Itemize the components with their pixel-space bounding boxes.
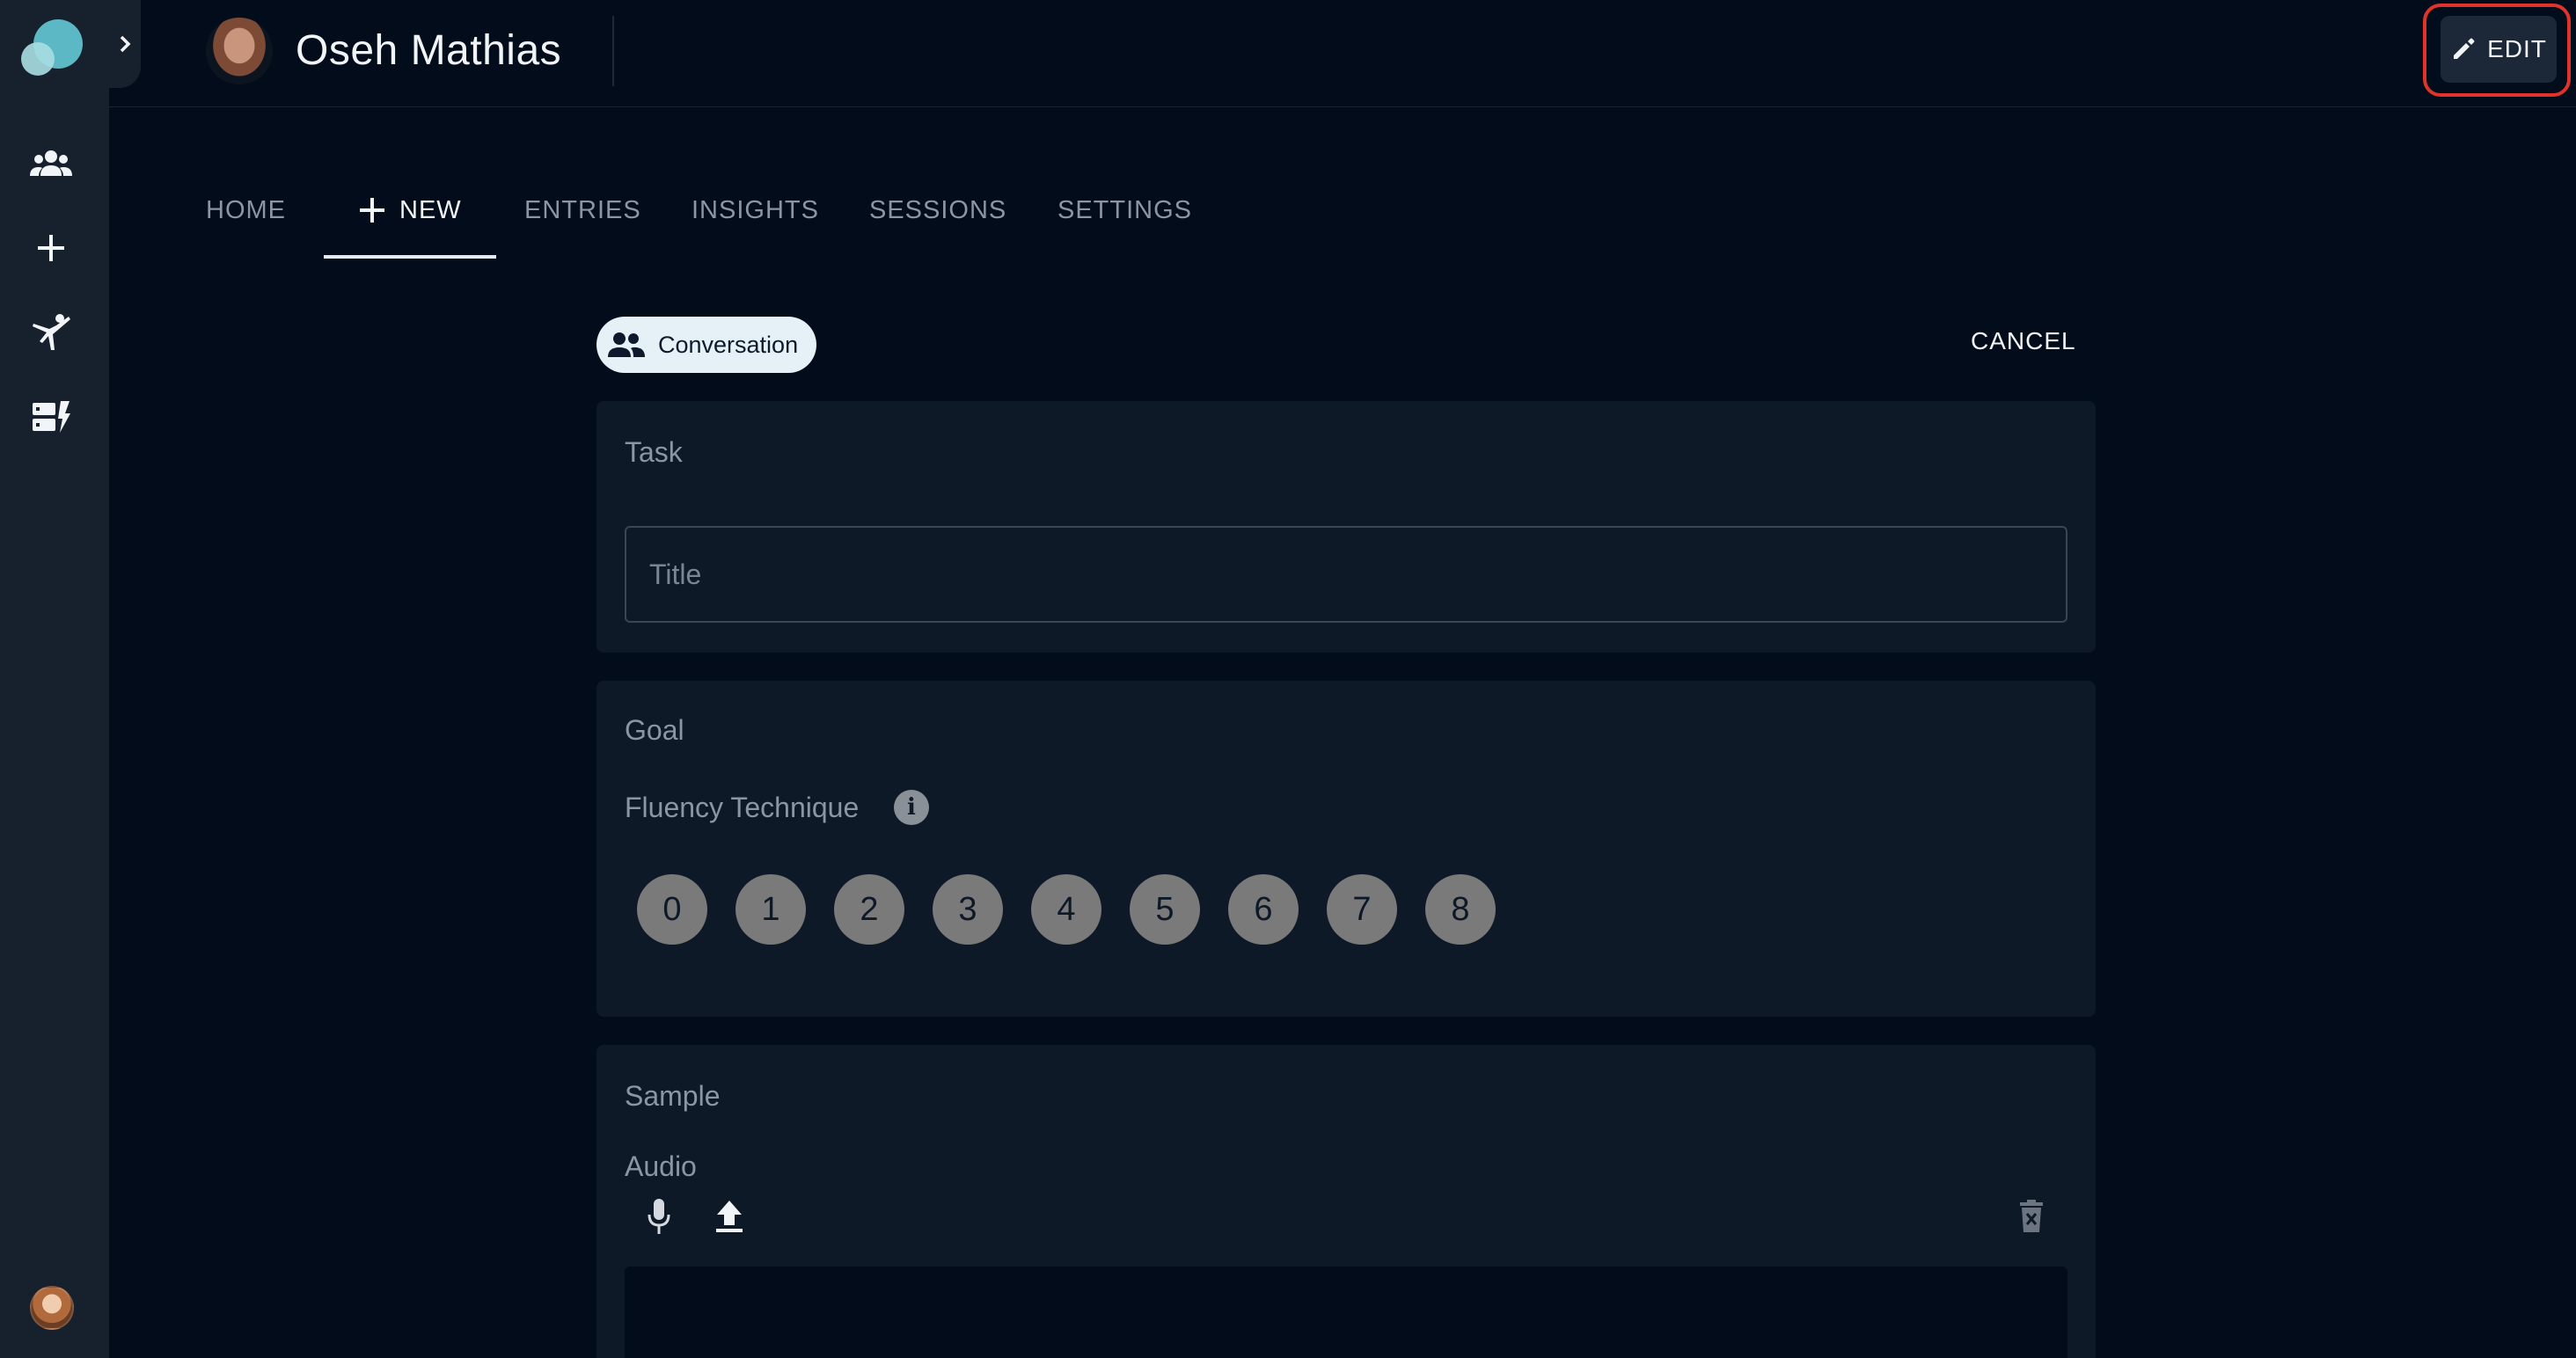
goal-section-title: Goal bbox=[625, 714, 684, 746]
conversation-chip[interactable]: Conversation bbox=[596, 317, 816, 373]
score-button-7[interactable]: 7 bbox=[1327, 874, 1397, 945]
score-button-4[interactable]: 4 bbox=[1031, 874, 1101, 945]
pencil-icon bbox=[2454, 38, 2475, 59]
logo-circle-small bbox=[21, 42, 55, 76]
info-icon[interactable]: i bbox=[894, 790, 929, 825]
sample-section-title: Sample bbox=[625, 1080, 721, 1112]
header-divider bbox=[612, 16, 614, 86]
fluency-technique-label: Fluency Technique bbox=[625, 792, 860, 823]
tab-sessions[interactable]: SESSIONS bbox=[869, 158, 1006, 262]
conversation-chip-label: Conversation bbox=[658, 331, 799, 358]
patient-avatar bbox=[206, 18, 273, 84]
header: Oseh Mathias bbox=[109, 0, 2576, 107]
score-button-3[interactable]: 3 bbox=[933, 874, 1003, 945]
patients-icon[interactable] bbox=[26, 139, 76, 188]
score-button-1[interactable]: 1 bbox=[735, 874, 806, 945]
people-icon bbox=[608, 332, 645, 357]
microphone-icon-svg bbox=[648, 1199, 670, 1234]
delete-icon[interactable] bbox=[2009, 1194, 2053, 1238]
add-icon[interactable] bbox=[26, 223, 76, 273]
tab-entries-label: ENTRIES bbox=[524, 195, 641, 224]
tab-insights-label: INSIGHTS bbox=[692, 195, 819, 224]
add-icon bbox=[360, 198, 384, 223]
tab-settings[interactable]: SETTINGS bbox=[1057, 158, 1192, 262]
tab-insights[interactable]: INSIGHTS bbox=[692, 158, 819, 262]
exercise-icon-svg bbox=[33, 314, 70, 350]
dashboard-icon-svg bbox=[33, 401, 70, 433]
sample-card: Sample Audio bbox=[596, 1045, 2096, 1358]
dashboard-icon[interactable] bbox=[26, 392, 76, 442]
audio-label: Audio bbox=[625, 1150, 697, 1182]
sidebar bbox=[0, 0, 109, 1358]
patients-icon-svg bbox=[30, 150, 72, 176]
tab-settings-label: SETTINGS bbox=[1057, 195, 1193, 224]
tab-home-label: HOME bbox=[206, 195, 286, 224]
score-button-2[interactable]: 2 bbox=[834, 874, 904, 945]
task-card: Task bbox=[596, 401, 2096, 653]
tab-home[interactable]: HOME bbox=[206, 158, 286, 262]
edit-button[interactable]: EDIT bbox=[2441, 16, 2557, 83]
exercise-icon[interactable] bbox=[26, 308, 76, 357]
score-button-8[interactable]: 8 bbox=[1425, 874, 1496, 945]
tab-new-label: NEW bbox=[399, 195, 462, 224]
app-logo[interactable] bbox=[21, 19, 86, 76]
app-root: Oseh Mathias EDIT HOME NEW ENTRIES INSIG… bbox=[0, 0, 2576, 1358]
task-section-title: Task bbox=[625, 436, 683, 468]
goal-card: Goal Fluency Technique i 0 1 2 3 4 5 6 7… bbox=[596, 681, 2096, 1017]
upload-icon-svg bbox=[716, 1201, 743, 1232]
patient-name: Oseh Mathias bbox=[296, 27, 562, 74]
audio-waveform-area bbox=[625, 1267, 2067, 1358]
active-tab-indicator bbox=[324, 255, 496, 259]
score-button-6[interactable]: 6 bbox=[1228, 874, 1299, 945]
edit-button-label: EDIT bbox=[2487, 35, 2547, 62]
title-input[interactable] bbox=[625, 526, 2067, 623]
tab-entries[interactable]: ENTRIES bbox=[524, 158, 641, 262]
cancel-button[interactable]: CANCEL bbox=[1971, 327, 2076, 355]
tab-sessions-label: SESSIONS bbox=[869, 195, 1007, 224]
delete-icon-svg bbox=[2020, 1200, 2043, 1232]
user-avatar[interactable] bbox=[30, 1286, 74, 1330]
upload-icon[interactable] bbox=[707, 1194, 751, 1238]
microphone-icon[interactable] bbox=[637, 1194, 681, 1238]
score-button-0[interactable]: 0 bbox=[637, 874, 707, 945]
score-button-5[interactable]: 5 bbox=[1130, 874, 1200, 945]
add-icon-svg bbox=[38, 235, 64, 261]
tab-new[interactable]: NEW bbox=[357, 158, 462, 262]
